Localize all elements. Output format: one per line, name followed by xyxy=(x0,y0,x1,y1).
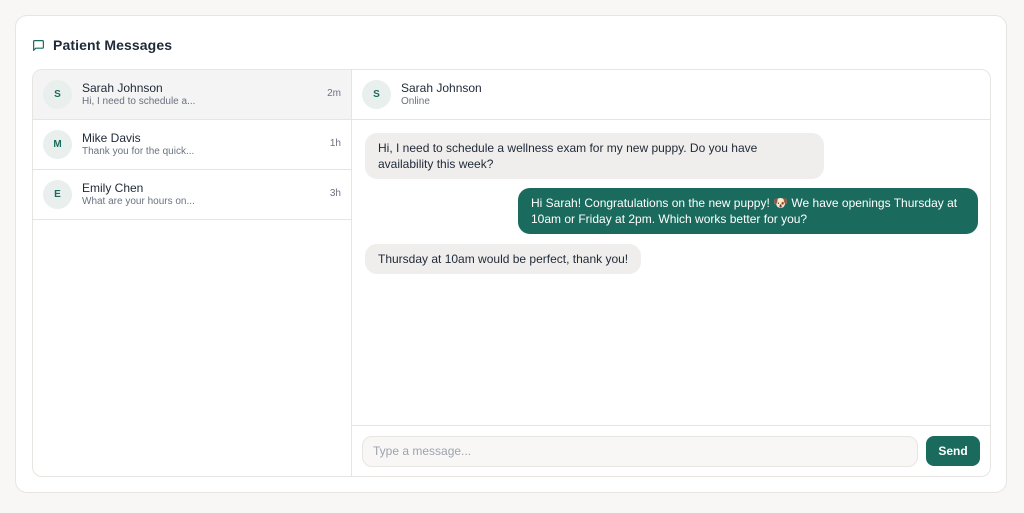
conversation-item-mike-davis[interactable]: M Mike Davis Thank you for the quick... … xyxy=(33,120,351,170)
message-bubble-incoming: Thursday at 10am would be perfect, thank… xyxy=(365,244,642,274)
chat-header: S Sarah Johnson Online xyxy=(352,70,990,120)
conversation-preview: Thank you for the quick... xyxy=(82,145,195,157)
avatar: E xyxy=(43,180,72,209)
contact-status: Online xyxy=(401,95,430,107)
conversation-time: 1h xyxy=(329,138,341,149)
conversation-list: S Sarah Johnson Hi, I need to schedule a… xyxy=(33,70,352,476)
conversation-item-sarah-johnson[interactable]: S Sarah Johnson Hi, I need to schedule a… xyxy=(33,70,351,120)
messages-panel: S Sarah Johnson Hi, I need to schedule a… xyxy=(32,69,991,477)
message-input[interactable] xyxy=(362,435,918,467)
conversation-time: 3h xyxy=(329,188,341,199)
messages-card: Patient Messages S Sarah Johnson Hi, I n… xyxy=(15,15,1007,493)
message-bubble-incoming: Hi, I need to schedule a wellness exam f… xyxy=(365,133,824,179)
message-square-icon xyxy=(32,39,45,52)
conversation-preview: What are your hours on... xyxy=(82,195,195,207)
conversation-time: 2m xyxy=(327,88,341,99)
message-bubble-outgoing: Hi Sarah! Congratulations on the new pup… xyxy=(518,188,978,234)
chat-pane: S Sarah Johnson Online Hi, I need to sch… xyxy=(352,70,990,476)
conversation-preview: Hi, I need to schedule a... xyxy=(82,95,196,107)
contact-avatar: S xyxy=(362,80,391,109)
conversation-item-emily-chen[interactable]: E Emily Chen What are your hours on... 3… xyxy=(33,170,351,220)
send-button[interactable]: Send xyxy=(926,436,980,466)
avatar: M xyxy=(43,130,72,159)
avatar: S xyxy=(43,80,72,109)
conversation-name: Emily Chen xyxy=(82,180,144,195)
message-composer: Send xyxy=(352,425,990,476)
contact-name: Sarah Johnson xyxy=(401,80,482,95)
card-header: Patient Messages xyxy=(32,36,172,54)
message-thread: Hi, I need to schedule a wellness exam f… xyxy=(352,120,990,425)
conversation-name: Sarah Johnson xyxy=(82,80,163,95)
page-title: Patient Messages xyxy=(53,37,173,53)
conversation-name: Mike Davis xyxy=(82,130,141,145)
